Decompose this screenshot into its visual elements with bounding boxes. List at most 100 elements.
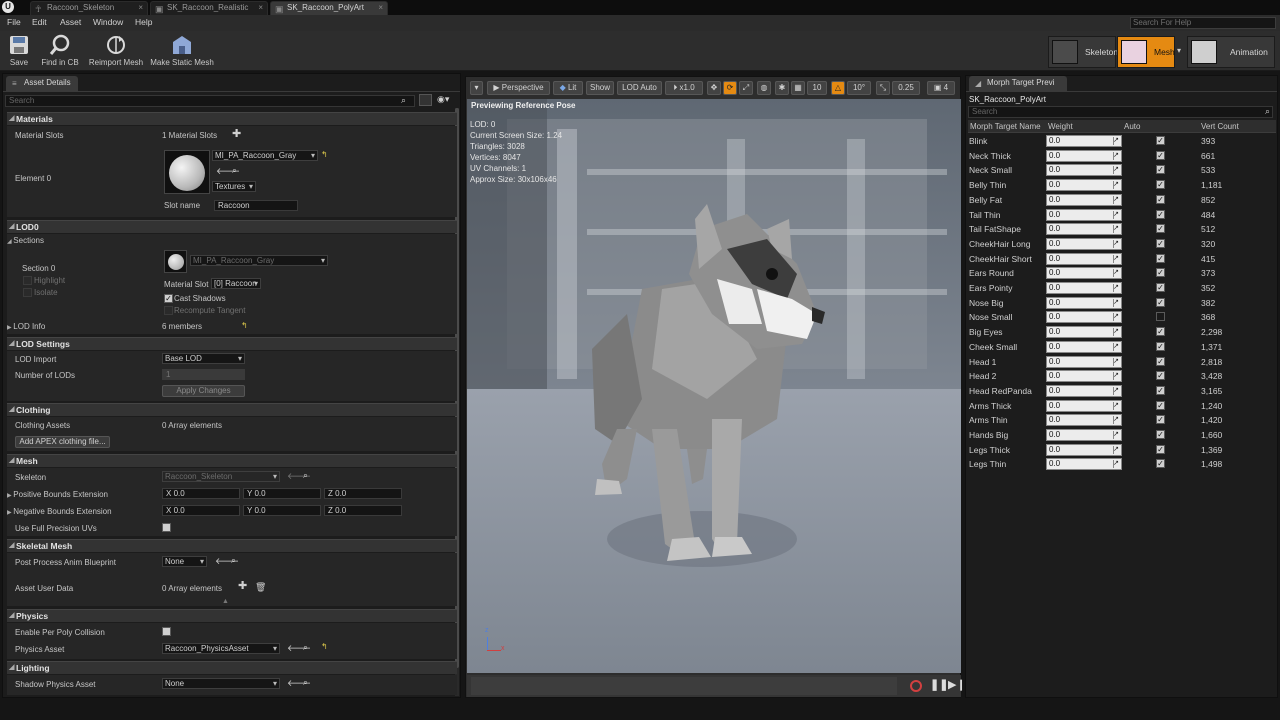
morph-target-row[interactable]: Arms Thick 0.0 ↗ ✓ 1,240 bbox=[968, 399, 1276, 413]
morph-target-row[interactable]: Tail Thin 0.0 ↗ ✓ 484 bbox=[968, 208, 1276, 222]
search-icon[interactable]: ⌕ bbox=[1265, 106, 1270, 116]
textures-dropdown[interactable]: Textures bbox=[212, 181, 256, 192]
browse-search-icon[interactable]: ⌕ bbox=[303, 677, 308, 687]
close-icon[interactable]: × bbox=[138, 2, 143, 14]
camera-speed-button[interactable]: ▣ 4 bbox=[927, 81, 955, 95]
morph-auto-checkbox[interactable]: ✓ bbox=[1156, 136, 1165, 145]
morph-weight-input[interactable]: 0.0 ↗ bbox=[1046, 370, 1122, 383]
skeleton-dropdown[interactable]: Raccoon_Skeleton bbox=[162, 471, 280, 482]
morph-auto-checkbox[interactable]: ✓ bbox=[1156, 444, 1165, 454]
morph-target-row[interactable]: Head RedPanda 0.0 ↗ ✓ 3,165 bbox=[968, 384, 1276, 398]
tab-asset-details[interactable]: ≡ Asset Details bbox=[6, 76, 78, 91]
tab-morph-target-preview[interactable]: ◢ Morph Target Previ bbox=[969, 76, 1067, 91]
morph-weight-input[interactable]: 0.0 ↗ bbox=[1046, 384, 1122, 397]
add-apex-clothing-button[interactable]: Add APEX clothing file... bbox=[15, 436, 110, 448]
close-icon[interactable]: × bbox=[378, 2, 383, 14]
tab-raccoon-skeleton[interactable]: ☥ Raccoon_Skeleton × bbox=[30, 1, 148, 15]
mesh-section-header[interactable]: ◢ Mesh bbox=[7, 454, 457, 467]
morph-auto-checkbox[interactable]: ✓ bbox=[1156, 253, 1165, 263]
viewport-scene[interactable]: Previewing Reference Pose LOD: 0 Current… bbox=[467, 99, 961, 673]
morph-weight-input[interactable]: 0.0 ↗ bbox=[1046, 252, 1122, 265]
morph-target-row[interactable]: Legs Thick 0.0 ↗ ✓ 1,369 bbox=[968, 443, 1276, 457]
negative-bounds-x-input[interactable]: X 0.0 bbox=[162, 505, 240, 516]
morph-weight-input[interactable]: 0.0 ↗ bbox=[1046, 429, 1122, 441]
eye-icon[interactable]: ◉▾ bbox=[437, 94, 449, 104]
morph-weight-input[interactable]: 0.0 ↗ bbox=[1046, 296, 1122, 309]
reset-arrow-icon[interactable]: ↰ bbox=[321, 642, 328, 651]
negative-bounds-z-input[interactable]: Z 0.0 bbox=[324, 505, 402, 516]
mode-animation-button[interactable]: Animation bbox=[1187, 36, 1275, 68]
morph-weight-input[interactable]: 0.0 ↗ bbox=[1046, 179, 1122, 192]
morph-weight-input[interactable]: 0.0 ↗ bbox=[1046, 340, 1122, 353]
view-options-grid-icon[interactable] bbox=[419, 94, 432, 106]
menu-file[interactable]: File bbox=[7, 17, 21, 27]
morph-target-row[interactable]: Legs Thin 0.0 ↗ ✓ 1,498 bbox=[968, 457, 1276, 471]
morph-auto-checkbox[interactable]: ✓ bbox=[1156, 327, 1165, 337]
morph-auto-checkbox[interactable]: ✓ bbox=[1156, 459, 1165, 469]
col-morph-target-name[interactable]: Morph Target Name bbox=[970, 122, 1041, 131]
morph-auto-checkbox[interactable]: ✓ bbox=[1156, 385, 1165, 395]
material-slot-dropdown[interactable]: [0] Raccoon bbox=[211, 278, 261, 289]
recompute-tangent-checkbox[interactable] bbox=[164, 306, 173, 315]
add-material-slot-button[interactable]: ✚ bbox=[232, 129, 241, 140]
morph-auto-checkbox[interactable]: ✓ bbox=[1156, 165, 1165, 175]
details-search-input[interactable]: Search bbox=[5, 95, 415, 107]
morph-target-row[interactable]: CheekHair Long 0.0 ↗ ✓ 320 bbox=[968, 237, 1276, 251]
translate-tool-icon[interactable]: ✥ bbox=[707, 81, 721, 95]
viewport[interactable]: ▾ ▶ Perspective ◆ Lit Show LOD Auto ⏵ x1… bbox=[465, 76, 966, 698]
morph-weight-input[interactable]: 0.0 ↗ bbox=[1046, 399, 1122, 412]
morph-target-row[interactable]: Head 1 0.0 ↗ ✓ 2,818 bbox=[968, 355, 1276, 369]
enable-per-poly-collision-checkbox[interactable] bbox=[162, 627, 171, 636]
morph-auto-checkbox[interactable]: ✓ bbox=[1156, 371, 1165, 381]
browse-search-icon[interactable]: ⌕ bbox=[232, 165, 237, 175]
material-thumbnail[interactable] bbox=[164, 150, 210, 194]
browse-search-icon[interactable]: ⌕ bbox=[303, 642, 308, 652]
morph-target-row[interactable]: Belly Fat 0.0 ↗ ✓ 852 bbox=[968, 193, 1276, 207]
record-icon[interactable] bbox=[910, 680, 922, 692]
play-next-icon[interactable]: ▶❙ bbox=[948, 678, 966, 691]
col-weight[interactable]: Weight bbox=[1048, 122, 1073, 131]
negative-bounds-y-input[interactable]: Y 0.0 bbox=[243, 505, 321, 516]
morph-target-row[interactable]: Neck Thick 0.0 ↗ ✓ 661 bbox=[968, 149, 1276, 163]
timeline-scrubber[interactable] bbox=[471, 677, 897, 695]
lod-info-label[interactable]: ▶ LOD Info bbox=[7, 322, 45, 331]
morph-target-row[interactable]: Head 2 0.0 ↗ ✓ 3,428 bbox=[968, 369, 1276, 383]
tab-sk-raccoon-polyart[interactable]: ▣ SK_Raccoon_PolyArt × bbox=[270, 1, 388, 15]
morph-weight-input[interactable]: 0.0 ↗ bbox=[1046, 237, 1122, 250]
tab-sk-raccoon-realistic[interactable]: ▣ SK_Raccoon_Realistic × bbox=[150, 1, 268, 15]
morph-weight-input[interactable]: 0.0 ↗ bbox=[1046, 208, 1122, 221]
morph-search-input[interactable]: Search bbox=[968, 106, 1273, 118]
morph-weight-input[interactable]: 0.0 ↗ bbox=[1046, 135, 1122, 147]
morph-auto-checkbox[interactable]: ✓ bbox=[1156, 180, 1165, 190]
save-button[interactable]: Save bbox=[4, 33, 34, 70]
mode-skeleton-button[interactable]: Skeleton bbox=[1048, 36, 1118, 68]
morph-auto-checkbox[interactable]: ✓ bbox=[1156, 356, 1165, 366]
highlight-checkbox[interactable] bbox=[23, 276, 32, 285]
isolate-checkbox[interactable] bbox=[23, 288, 32, 297]
morph-weight-input[interactable]: 0.0 ↗ bbox=[1046, 282, 1122, 294]
full-precision-uvs-checkbox[interactable] bbox=[162, 523, 171, 532]
apply-changes-button[interactable]: Apply Changes bbox=[162, 385, 245, 397]
cast-shadows-checkbox[interactable]: ✓ bbox=[164, 294, 173, 303]
morph-weight-input[interactable]: 0.0 ↗ bbox=[1046, 414, 1122, 427]
morph-auto-checkbox[interactable]: ✓ bbox=[1156, 150, 1165, 160]
col-auto[interactable]: Auto bbox=[1124, 122, 1140, 131]
morph-target-row[interactable]: CheekHair Short 0.0 ↗ ✓ 415 bbox=[968, 252, 1276, 266]
morph-auto-checkbox[interactable]: ✓ bbox=[1156, 341, 1165, 351]
morph-auto-checkbox[interactable]: ✓ bbox=[1156, 238, 1165, 248]
perspective-button[interactable]: ▶ Perspective bbox=[487, 81, 550, 95]
morph-auto-checkbox[interactable]: ✓ bbox=[1156, 430, 1165, 439]
morph-weight-input[interactable]: 0.0 ↗ bbox=[1046, 223, 1122, 236]
collapse-advanced-icon[interactable]: ▲ bbox=[222, 598, 229, 605]
morph-auto-checkbox[interactable]: ✓ bbox=[1156, 415, 1165, 425]
morph-target-row[interactable]: Belly Thin 0.0 ↗ ✓ 1,181 bbox=[968, 178, 1276, 192]
lod0-section-header[interactable]: ◢ LOD0 bbox=[7, 220, 457, 233]
reset-arrow-icon[interactable]: ↰ bbox=[321, 150, 328, 159]
negative-bounds-label[interactable]: ▶ Negative Bounds Extension bbox=[7, 507, 112, 516]
world-local-icon[interactable]: ◍ bbox=[757, 81, 771, 95]
grid-snap-value[interactable]: 10 bbox=[807, 81, 827, 95]
morph-target-row[interactable]: Nose Big 0.0 ↗ ✓ 382 bbox=[968, 296, 1276, 310]
morph-target-row[interactable]: Ears Pointy 0.0 ↗ ✓ 352 bbox=[968, 281, 1276, 295]
lit-button[interactable]: ◆ Lit bbox=[553, 81, 583, 95]
pause-icon[interactable]: ❚❚ bbox=[930, 678, 948, 691]
